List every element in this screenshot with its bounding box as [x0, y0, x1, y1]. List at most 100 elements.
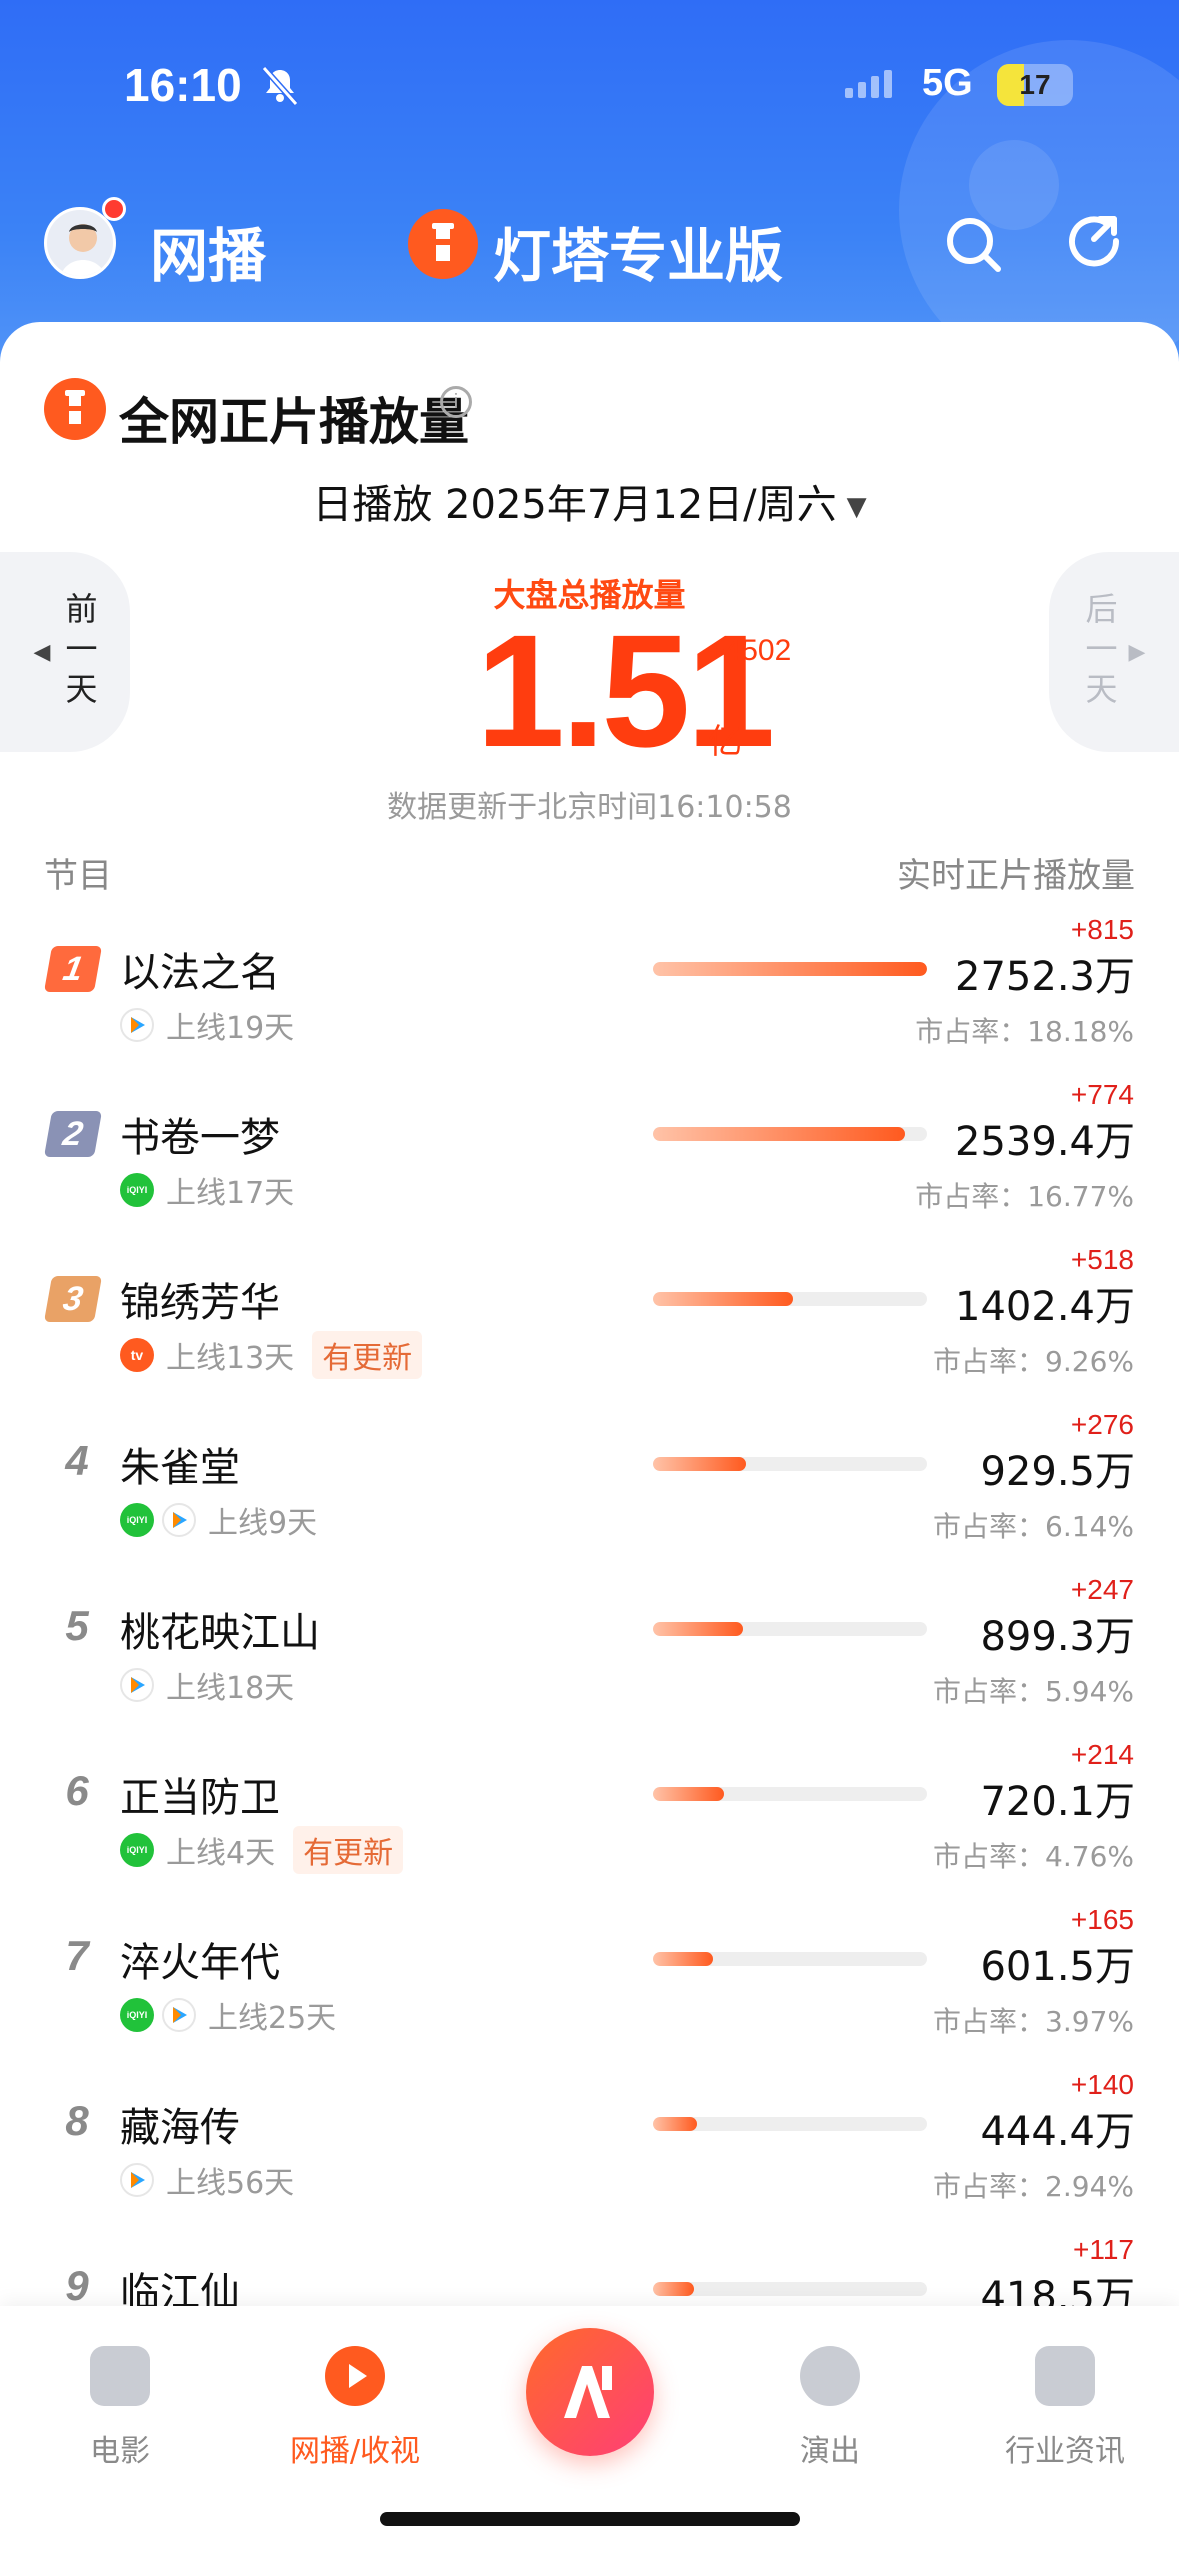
play-delta: +247 — [1070, 1574, 1134, 1605]
ranking-row[interactable]: 5 桃花映江山上线18天 +247 899.3万市占率：5.94% — [0, 1574, 1179, 1747]
rank-badge: 1 — [43, 946, 103, 992]
program-title: 书卷一梦 — [120, 1115, 280, 1161]
home-indicator — [380, 2512, 800, 2526]
iqiyi-platform-icon: iQIYI — [120, 1998, 154, 2032]
tab-streaming[interactable]: 网播/收视 — [255, 2346, 455, 2470]
online-days: 上线25天 — [208, 2001, 337, 2036]
play-count: 929.5万 — [980, 1449, 1135, 1495]
section-title: 全网正片播放量 — [119, 393, 469, 451]
rank-number: 8 — [65, 2097, 89, 2144]
rank-number: 9 — [65, 2262, 89, 2309]
play-count: 2752.3万 — [955, 954, 1135, 1000]
date-label: 日播放 2025年7月12日/周六 — [312, 482, 837, 528]
program-title: 朱雀堂 — [120, 1445, 240, 1491]
date-selector[interactable]: 日播放 2025年7月12日/周六 ▼ — [0, 472, 1179, 530]
share-bar — [653, 962, 927, 976]
tab-news[interactable]: 行业资讯 — [965, 2346, 1165, 2470]
search-icon[interactable] — [938, 209, 1008, 279]
ranking-row[interactable]: 6 正当防卫 iQIYI 上线4天 有更新 +214 720.1万 市占率：4.76% — [0, 1739, 1179, 1912]
tencent-platform-icon — [120, 2163, 154, 2197]
total-unit: 亿 — [708, 722, 742, 762]
column-plays: 实时正片播放量 — [897, 856, 1135, 896]
program-title: 藏海传 — [120, 2105, 240, 2151]
ranking-row[interactable]: 2 书卷一梦 iQIYI 上线17天 +774 2539.4万 市占率：16.77% — [0, 1079, 1179, 1252]
share-bar — [653, 1952, 927, 1966]
play-delta: +518 — [1070, 1244, 1134, 1275]
play-count: 601.5万 — [980, 1944, 1135, 1990]
online-days: 上线18天 — [166, 1671, 295, 1706]
play-icon — [325, 2346, 385, 2406]
online-days: 上线13天 — [166, 1341, 295, 1376]
market-share: 市占率：3.97% — [933, 2005, 1134, 2038]
share-bar-fill — [653, 2282, 695, 2296]
program-meta: tv 上线13天 有更新 — [120, 1331, 423, 1379]
iqiyi-platform-icon: iQIYI — [120, 1503, 154, 1537]
share-icon[interactable] — [1060, 209, 1130, 279]
ranking-row[interactable]: 4 朱雀堂 iQIYI 上线9天 +276 929.5万 市占率：6.14% — [0, 1409, 1179, 1582]
online-days: 上线4天 — [166, 1836, 276, 1871]
content-card: 全网正片播放量 i 日播放 2025年7月12日/周六 ▼ ◀ 前一天 后一天 ▶… — [0, 322, 1179, 2556]
play-count: 1402.4万 — [955, 1284, 1135, 1330]
center-app-button[interactable] — [526, 2328, 654, 2456]
play-count: 899.3万 — [980, 1614, 1135, 1660]
nav-title[interactable]: 网播 — [150, 209, 266, 293]
update-time: 数据更新于北京时间16:10:58 — [387, 790, 792, 825]
program-title: 以法之名 — [120, 950, 280, 996]
share-bar-fill — [653, 1952, 714, 1966]
caret-down-icon: ▼ — [846, 492, 867, 522]
play-count: 444.4万 — [980, 2109, 1135, 2155]
market-share: 市占率：18.18% — [915, 1015, 1134, 1048]
share-bar-fill — [653, 1622, 744, 1636]
program-meta: iQIYI 上线4天 有更新 — [120, 1826, 404, 1874]
market-share: 市占率：16.77% — [915, 1180, 1134, 1213]
share-bar-fill — [653, 1787, 725, 1801]
share-bar-fill — [653, 962, 927, 976]
rank-number: 7 — [65, 1932, 89, 1979]
program-title: 正当防卫 — [120, 1775, 280, 1821]
share-bar — [653, 1622, 927, 1636]
program-meta: iQIYI 上线17天 — [120, 1169, 294, 1211]
app-logo-icon — [564, 2366, 612, 2418]
total-delta: +4502 — [707, 634, 792, 667]
ranking-row[interactable]: 1 以法之名 上线19天 +815 2752.3万 市占率：18.18% — [0, 914, 1179, 1087]
play-delta: +774 — [1070, 1079, 1134, 1110]
signal-icon — [845, 70, 892, 98]
tab-movie[interactable]: 电影 — [20, 2346, 220, 2470]
mango-platform-icon: tv — [120, 1338, 154, 1372]
program-title: 桃花映江山 — [120, 1610, 320, 1656]
caret-left-icon: ◀ — [33, 639, 51, 665]
rank-badge: 2 — [43, 1111, 103, 1157]
market-share: 市占率：2.94% — [933, 2170, 1134, 2203]
market-share: 市占率：5.94% — [933, 1675, 1134, 1708]
network-type: 5G — [922, 62, 973, 104]
news-icon — [1035, 2346, 1095, 2406]
play-delta: +140 — [1070, 2069, 1134, 2100]
share-bar-fill — [653, 2117, 697, 2131]
ranking-row[interactable]: 8 藏海传上线56天 +140 444.4万市占率：2.94% — [0, 2069, 1179, 2242]
info-icon[interactable]: i — [440, 386, 472, 418]
program-meta: 上线18天 — [120, 1664, 294, 1706]
share-bar — [653, 2117, 927, 2131]
notification-dot — [102, 197, 126, 221]
program-meta: iQIYI 上线25天 — [120, 1994, 336, 2036]
tencent-platform-icon — [120, 1668, 154, 1702]
tencent-platform-icon — [162, 1998, 196, 2032]
rank-number: 6 — [65, 1767, 89, 1814]
ranking-row[interactable]: 7 淬火年代 iQIYI 上线25天 +165 601.5万 市占率：3.97% — [0, 1904, 1179, 2077]
program-title: 淬火年代 — [120, 1940, 280, 1986]
ranking-row[interactable]: 3 锦绣芳华 tv 上线13天 有更新 +518 1402.4万 市占率：9.26% — [0, 1244, 1179, 1417]
battery-level: 17 — [1019, 69, 1051, 100]
silent-bell-icon — [261, 66, 299, 106]
brand-title[interactable]: 灯塔专业版 — [493, 209, 783, 293]
microphone-icon — [800, 2346, 860, 2406]
rank-number: 4 — [65, 1437, 89, 1484]
rank-number: 5 — [65, 1602, 89, 1649]
play-delta: +276 — [1070, 1409, 1134, 1440]
share-bar-fill — [653, 1457, 747, 1471]
caret-right-icon: ▶ — [1128, 639, 1146, 665]
online-days: 上线19天 — [166, 1011, 295, 1046]
column-program: 节目 — [44, 856, 112, 896]
tab-label: 电影 — [90, 2434, 150, 2469]
tab-performance[interactable]: 演出 — [730, 2346, 930, 2470]
program-meta: 上线56天 — [120, 2159, 294, 2201]
